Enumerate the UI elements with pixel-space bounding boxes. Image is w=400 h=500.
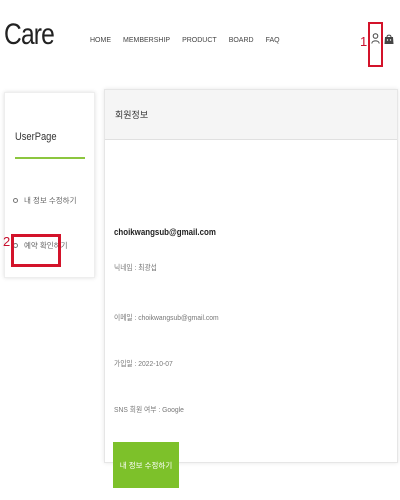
sidebar-item-label: 내 정보 수정하기 [24,196,77,205]
nav-board[interactable]: BOARD [229,37,254,44]
edit-profile-button[interactable]: 내 정보 수정하기 [113,442,179,488]
sns-member-info: SNS 회원 여부 : Google [114,405,184,414]
nav-home[interactable]: HOME [90,37,111,44]
card-title: 회원정보 [115,110,149,120]
shopping-bag-icon[interactable] [383,33,395,45]
annotation-highlight-box [11,234,61,267]
user-icon-button[interactable] [368,22,383,67]
member-info-card: 회원정보 choikwangsub@gmail.com 닉네임 : 최광섭 이메… [104,89,398,488]
user-icon [371,33,380,44]
nav-faq[interactable]: FAQ [266,37,280,44]
sidebar-item-edit-profile[interactable]: 내 정보 수정하기 [13,195,76,206]
sidebar-title: UserPage [15,131,57,143]
site-logo[interactable]: Care [4,18,55,52]
bullet-icon [13,198,18,203]
nav-membership[interactable]: MEMBERSHIP [123,37,170,44]
sidebar-divider [15,157,85,159]
email-info: 이메일 : choikwangsub@gmail.com [114,313,219,322]
account-email-heading: choikwangsub@gmail.com [114,227,216,237]
join-date-info: 가입일 : 2022-10-07 [114,359,173,368]
main-nav: HOME MEMBERSHIP PRODUCT BOARD FAQ [90,37,280,44]
nickname-info: 닉네임 : 최광섭 [114,263,157,272]
card-header: 회원정보 [105,90,397,140]
nav-product[interactable]: PRODUCT [182,37,217,44]
